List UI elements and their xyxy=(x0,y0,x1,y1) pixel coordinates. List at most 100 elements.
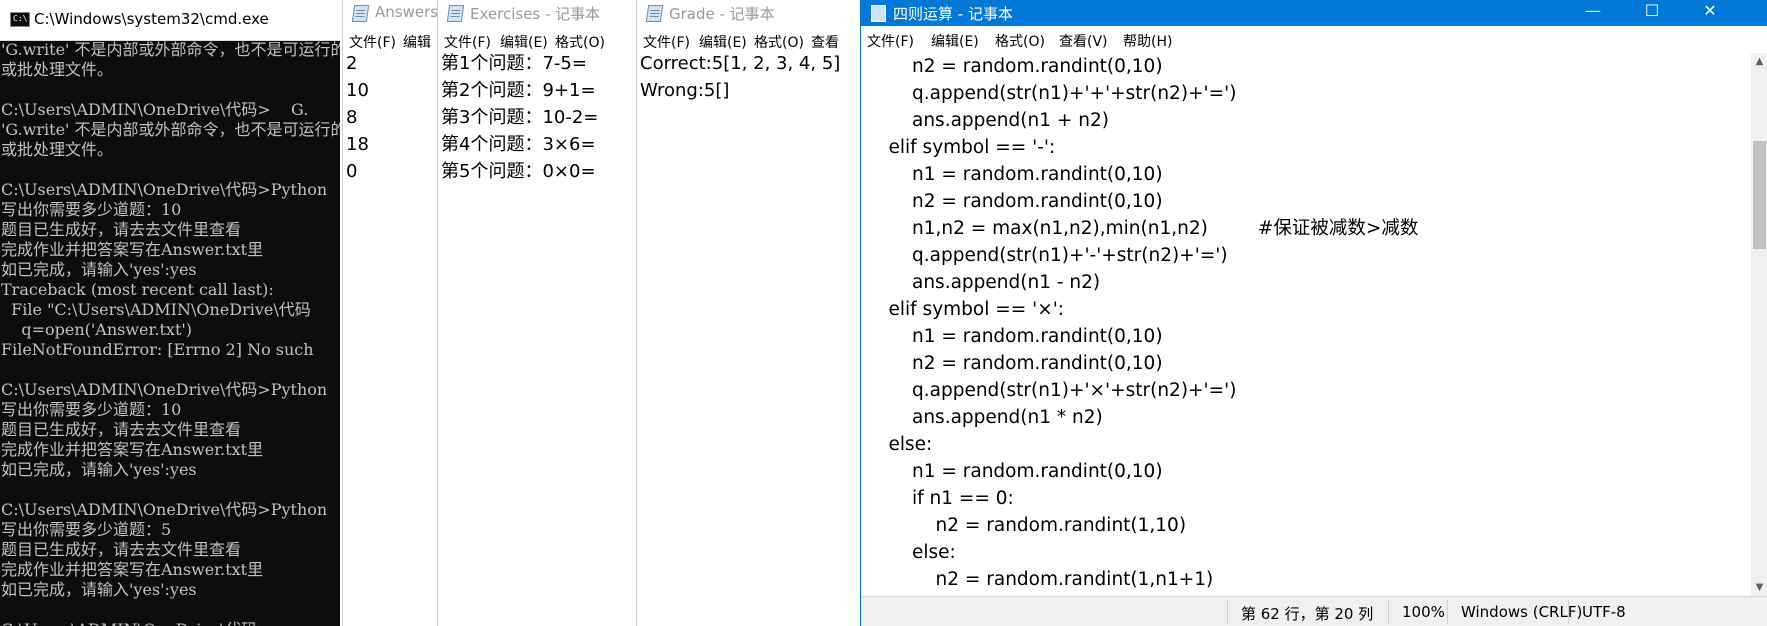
scroll-up-icon[interactable]: ▲ xyxy=(1751,53,1767,70)
menu-item[interactable]: 文件(F) xyxy=(643,32,690,52)
status-divider xyxy=(1227,600,1228,624)
main-notepad-window: 四则运算 - 记事本 — ☐ ✕ 文件(F) 编辑(E) 格式(O) 查看(V) 帮助(… xyxy=(860,0,1767,626)
menu-item[interactable]: 文件(F) xyxy=(349,32,396,52)
cmd-console-output[interactable]: 'G.write' 不是内部或外部命令，也不是可运行的程序或批处理文件。 C:\U… xyxy=(0,40,340,626)
console-line: 写出你需要多少道题：10 xyxy=(1,200,182,219)
text-line: 10 xyxy=(346,80,369,101)
console-line: Traceback (most recent call last): xyxy=(1,280,274,299)
console-line: 或批处理文件。 xyxy=(1,140,114,159)
grade-text-area[interactable]: Correct:5[1, 2, 3, 4, 5] Wrong:5[] xyxy=(637,50,861,626)
cmd-title: C:\Windows\system32\cmd.exe xyxy=(34,10,269,28)
zoom-level: 100% xyxy=(1402,603,1445,621)
code-line: ans.append(n1 * n2) xyxy=(861,404,1751,431)
notepad-icon xyxy=(446,5,465,22)
code-line: n2 = random.randint(1,10) xyxy=(861,512,1751,539)
answers-titlebar[interactable]: Answers xyxy=(343,0,438,26)
grade-notepad-window: Grade - 记事本 文件(F) 编辑(E) 格式(O) 查看 Correct:5[… xyxy=(636,0,861,626)
cmd-icon-label: C:\ xyxy=(13,14,28,23)
code-editor-area[interactable]: n2 = random.randint(0,10) q.append(str(n1… xyxy=(861,53,1751,596)
answers-text-area[interactable]: 2 10 8 18 0 xyxy=(343,50,438,626)
console-line: 'G.write' 不是内部或外部命令，也不是可运行的程序 xyxy=(1,40,340,59)
console-line: 'G.write' 不是内部或外部命令，也不是可运行的程序 xyxy=(1,120,340,139)
code-text: n2 = random.randint(0,10) xyxy=(912,191,1163,212)
maximize-button[interactable]: ☐ xyxy=(1623,0,1681,26)
menu-item[interactable]: 查看(V) xyxy=(1059,31,1108,51)
console-line: C:\Users\ADMIN\OneDrive\代码> G. xyxy=(1,100,309,119)
console-line: 如已完成，请输入'yes':yes xyxy=(1,580,197,599)
code-line: n2 = random.randint(0,10) xyxy=(861,350,1751,377)
console-line: C:\Users\ADMIN\OneDrive\代码>Python xyxy=(1,500,328,519)
menu-item[interactable]: 格式(O) xyxy=(995,31,1045,51)
menu-item[interactable]: 文件(F) xyxy=(444,32,491,52)
notepad-icon xyxy=(871,5,886,22)
console-line: 题目已生成好，请去去文件里查看 xyxy=(1,420,242,439)
console-line: C:\Users\ADMIN\OneDrive\代码>Python xyxy=(1,380,328,399)
answers-menubar: 文件(F) 编辑 xyxy=(343,30,438,52)
code-text: n1 = random.randint(0,10) xyxy=(912,164,1163,185)
close-button[interactable]: ✕ xyxy=(1681,0,1739,26)
console-line: 如已完成，请输入'yes':yes xyxy=(1,260,197,279)
cmd-icon: C:\ xyxy=(10,12,30,27)
answers-notepad-window: Answers 文件(F) 编辑 2 10 8 18 0 xyxy=(342,0,438,626)
scroll-down-icon[interactable]: ▼ xyxy=(1751,579,1767,596)
code-line: q.append(str(n1)+'×'+str(n2)+'=') xyxy=(861,377,1751,404)
status-divider xyxy=(1447,600,1448,624)
code-line: ans.append(n1 - n2) xyxy=(861,269,1751,296)
text-line: 8 xyxy=(346,107,358,128)
code-text: ans.append(n1 + n2) xyxy=(912,110,1109,131)
code-text: if n1 == 0: xyxy=(912,488,1014,509)
text-line: 第3个问题：10-2= xyxy=(441,107,599,128)
status-bar: 第 62 行，第 20 列 100% Windows (CRLF) UTF-8 xyxy=(861,596,1767,626)
code-text: elif symbol == '×': xyxy=(888,299,1065,320)
menu-item[interactable]: 格式(O) xyxy=(555,32,605,52)
minimize-button[interactable]: — xyxy=(1564,0,1622,26)
cmd-titlebar[interactable]: C:\ C:\Windows\system32\cmd.exe xyxy=(0,0,340,41)
code-text: n2 = random.randint(0,10) xyxy=(912,353,1163,374)
text-line: 2 xyxy=(346,53,358,74)
exercises-text-area[interactable]: 第1个问题：7-5= 第2个问题：9+1= 第3个问题：10-2= 第4个问题：3×6… xyxy=(438,50,636,626)
console-line: 写出你需要多少道题：10 xyxy=(1,400,182,419)
menu-item[interactable]: 格式(O) xyxy=(754,32,804,52)
menu-item[interactable]: 文件(F) xyxy=(867,31,914,51)
code-line: ans.append(n1 + n2) xyxy=(861,107,1751,134)
code-line: n1 = random.randint(0,10) xyxy=(861,161,1751,188)
main-title: 四则运算 - 记事本 xyxy=(893,5,1013,23)
main-titlebar[interactable]: 四则运算 - 记事本 — ☐ ✕ xyxy=(861,0,1767,26)
menu-item[interactable]: 编辑(E) xyxy=(931,31,979,51)
code-text: ans.append(n1 * n2) xyxy=(912,407,1103,428)
exercises-title: Exercises - 记事本 xyxy=(470,5,601,23)
scrollbar-thumb[interactable] xyxy=(1753,141,1766,249)
line-ending: Windows (CRLF) xyxy=(1461,603,1583,621)
menu-item[interactable]: 编辑 xyxy=(403,32,431,52)
exercises-titlebar[interactable]: Exercises - 记事本 xyxy=(438,0,636,26)
code-comment: #保证被减数>减数 xyxy=(1257,218,1419,239)
code-text: else: xyxy=(888,434,933,455)
console-line: 完成作业并把答案写在Answer.txt里 xyxy=(1,440,264,459)
cmd-window: C:\ C:\Windows\system32\cmd.exe 'G.write… xyxy=(0,0,340,626)
grade-menubar: 文件(F) 编辑(E) 格式(O) 查看 xyxy=(637,30,861,52)
vertical-scrollbar[interactable]: ▲ ▼ xyxy=(1751,53,1767,596)
menu-item[interactable]: 编辑(E) xyxy=(500,32,548,52)
code-text: elif symbol == '-': xyxy=(888,137,1056,158)
console-line: File "C:\Users\ADMIN\OneDrive\代码 xyxy=(1,300,311,319)
code-text: n2 = random.randint(0,10) xyxy=(912,56,1163,77)
exercises-notepad-window: Exercises - 记事本 文件(F) 编辑(E) 格式(O) 第1个问题：7-… xyxy=(437,0,636,626)
code-line: n2 = random.randint(0,10) xyxy=(861,188,1751,215)
code-line: n2 = random.randint(1,n1+1) xyxy=(861,566,1751,593)
code-line: n1 = random.randint(0,10) xyxy=(861,458,1751,485)
code-text: n1 = random.randint(0,10) xyxy=(912,326,1163,347)
code-text: ans.append(n1 - n2) xyxy=(912,272,1101,293)
grade-titlebar[interactable]: Grade - 记事本 xyxy=(637,0,861,26)
code-text: n1 = random.randint(0,10) xyxy=(912,461,1163,482)
menu-item[interactable]: 帮助(H) xyxy=(1123,31,1172,51)
console-line: FileNotFoundError: [Errno 2] No such xyxy=(1,340,314,359)
console-line: C:\Users\ADMIN\OneDrive\代码>Python xyxy=(1,180,328,199)
status-divider xyxy=(1568,600,1569,624)
code-line: else: xyxy=(861,431,1751,458)
menu-item[interactable]: 查看 xyxy=(811,32,839,52)
console-line: 题目已生成好，请去去文件里查看 xyxy=(1,220,242,239)
menu-item[interactable]: 编辑(E) xyxy=(699,32,747,52)
code-text: n2 = random.randint(1,10) xyxy=(935,515,1187,536)
code-text: q.append(str(n1)+'-'+str(n2)+'=') xyxy=(912,245,1228,266)
